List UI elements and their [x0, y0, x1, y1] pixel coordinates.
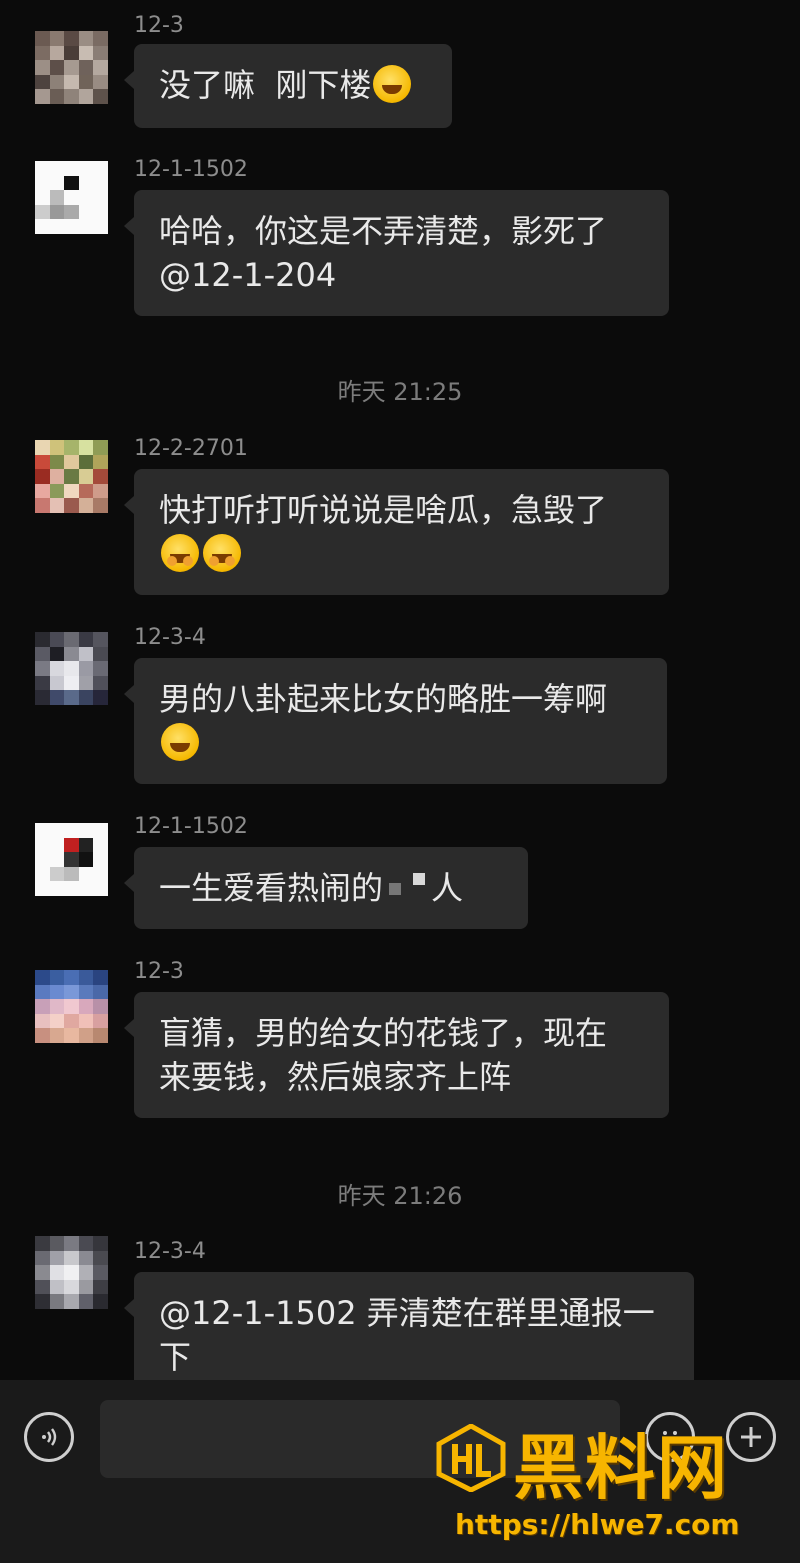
sender-name: 12-3-4 — [134, 625, 206, 650]
message-text: 没了嘛 刚下楼 — [159, 66, 372, 104]
avatar[interactable] — [35, 31, 108, 104]
watermark-url: https://hlwe7.com — [455, 1508, 740, 1541]
watermark: 黑料网 https://hlwe7.com — [435, 1418, 775, 1558]
sender-name: 12-3 — [134, 959, 184, 984]
timestamp: 昨天 21:26 — [337, 1182, 463, 1210]
message-bubble[interactable]: 盲猜，男的给女的花钱了，现在 来要钱，然后娘家齐上阵 — [124, 992, 669, 1118]
hug-emoji-icon — [161, 534, 199, 572]
message-text: 人 — [431, 869, 464, 907]
message-text: 盲猜，男的给女的花钱了，现在 来要钱，然后娘家齐上阵 — [159, 1014, 608, 1096]
sender-name: 12-3 — [134, 13, 184, 38]
message-text: 一生爱看热闹的 — [159, 869, 384, 907]
sender-name: 12-1-1502 — [134, 157, 248, 182]
timestamp: 昨天 21:25 — [337, 378, 463, 406]
message-text: 快打听打听说说是啥瓜，急毁了 — [159, 491, 608, 529]
sender-name: 12-1-1502 — [134, 814, 248, 839]
message-bubble[interactable]: 一生爱看热闹的 人 — [124, 847, 528, 929]
avatar[interactable] — [35, 970, 108, 1043]
watermark-logo-icon — [436, 1424, 506, 1492]
voice-icon[interactable] — [24, 1412, 74, 1462]
sender-name: 12-2-2701 — [134, 436, 248, 461]
watermark-title: 黑料网 — [513, 1427, 729, 1509]
avatar[interactable] — [35, 632, 108, 705]
sender-name: 12-3-4 — [134, 1239, 206, 1264]
message-bubble[interactable]: 男的八卦起来比女的略胜一筹啊 — [124, 658, 667, 784]
chat-history[interactable]: 12-3 没了嘛 刚下楼 12-1-1502 哈哈，你这是不弄清楚，影死了 @1… — [0, 0, 800, 1380]
message-text: @12-1-1502 弄清楚在群里通报一 下 — [159, 1294, 655, 1376]
hug-emoji-icon — [203, 534, 241, 572]
laugh-cry-emoji-icon — [373, 65, 412, 103]
message-text: 哈哈，你这是不弄清楚，影死了 @12-1-204 — [159, 212, 608, 294]
censored-block — [413, 873, 426, 885]
message-bubble[interactable]: 哈哈，你这是不弄清楚，影死了 @12-1-204 — [124, 190, 669, 316]
avatar[interactable] — [35, 161, 108, 234]
voice-wave-icon — [42, 1428, 57, 1446]
message-bubble[interactable]: 快打听打听说说是啥瓜，急毁了 — [124, 469, 669, 595]
avatar[interactable] — [35, 823, 108, 896]
message-bubble[interactable]: @12-1-1502 弄清楚在群里通报一 下 — [124, 1272, 694, 1380]
avatar[interactable] — [35, 440, 108, 513]
avatar[interactable] — [35, 1236, 108, 1309]
message-text: 男的八卦起来比女的略胜一筹啊 — [159, 680, 608, 718]
censored-block — [389, 883, 402, 895]
laugh-cry-emoji-icon — [161, 723, 199, 761]
message-bubble[interactable]: 没了嘛 刚下楼 — [124, 44, 452, 128]
